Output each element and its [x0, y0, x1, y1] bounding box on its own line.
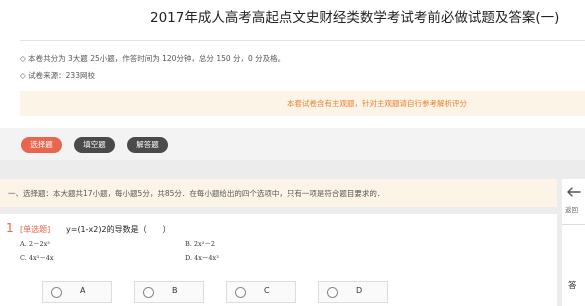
back-label[interactable]: 返回	[565, 204, 578, 214]
notice-banner: 本套试卷含有主观题，针对主观题请自行参考解析评分	[20, 91, 585, 116]
answer-choice-label: B	[172, 286, 178, 295]
option-a: A. 2－2x³	[20, 240, 50, 248]
answer-choice-c[interactable]: C	[226, 281, 296, 303]
exam-summary: ◇ 本卷共分为 3大题 25小题，作答时间为 120分钟，总分 150 分，0 …	[20, 54, 286, 63]
answer-choice-label: C	[264, 286, 270, 295]
notice-text: 本套试卷含有主观题，针对主观题请自行参考解析评分	[287, 99, 467, 108]
tab-solution-questions[interactable]: 解答题	[127, 137, 168, 153]
section-instructions: 一、选择题：本大题共17小题，每小题5分，共85分．在每小题给出的四个选项中，只…	[8, 189, 385, 198]
exam-page: 2017年成人高考高起点文史财经类数学考试考前必做试题及答案(一) ◇ 本卷共分…	[0, 0, 585, 306]
answer-choice-a[interactable]: A	[42, 281, 112, 303]
question-type-tabs: 选择题 填空题 解答题	[0, 128, 585, 160]
answer-sheet-label[interactable]: 答	[568, 279, 577, 291]
exam-source: ◇ 试卷来源：233网校	[20, 71, 95, 80]
radio-button[interactable]	[235, 287, 246, 298]
exam-header: 2017年成人高考高起点文史财经类数学考试考前必做试题及答案(一) ◇ 本卷共分…	[0, 0, 585, 128]
tab-fill-blank[interactable]: 填空题	[74, 137, 115, 153]
radio-button[interactable]	[143, 287, 154, 298]
question-number: 1	[6, 221, 14, 235]
answer-choice-label: A	[80, 286, 86, 295]
tab-choice-questions[interactable]: 选择题	[21, 137, 62, 153]
option-d: D. 4x－4x³	[185, 254, 219, 262]
section-header: 一、选择题：本大题共17小题，每小题5分，共85分．在每小题给出的四个选项中，只…	[0, 179, 557, 207]
side-panel: 返回 答	[562, 179, 585, 306]
answer-choice-b[interactable]: B	[134, 281, 204, 303]
page-title: 2017年成人高考高起点文史财经类数学考试考前必做试题及答案(一)	[150, 10, 560, 26]
radio-button[interactable]	[327, 287, 338, 298]
question-stem: y=(1-x2)2的导数是（ ）	[66, 225, 171, 234]
answer-choice-d[interactable]: D	[318, 281, 388, 303]
side-panel-divider	[562, 224, 585, 225]
radio-button[interactable]	[51, 287, 62, 298]
option-c: C. 4x³－4x	[20, 254, 54, 262]
answer-choice-label: D	[356, 286, 363, 295]
question-type-badge: [单选题]	[20, 225, 51, 234]
header-divider	[20, 40, 585, 41]
option-b: B. 2x²－2	[185, 240, 215, 248]
back-arrow-icon[interactable]	[567, 187, 581, 197]
